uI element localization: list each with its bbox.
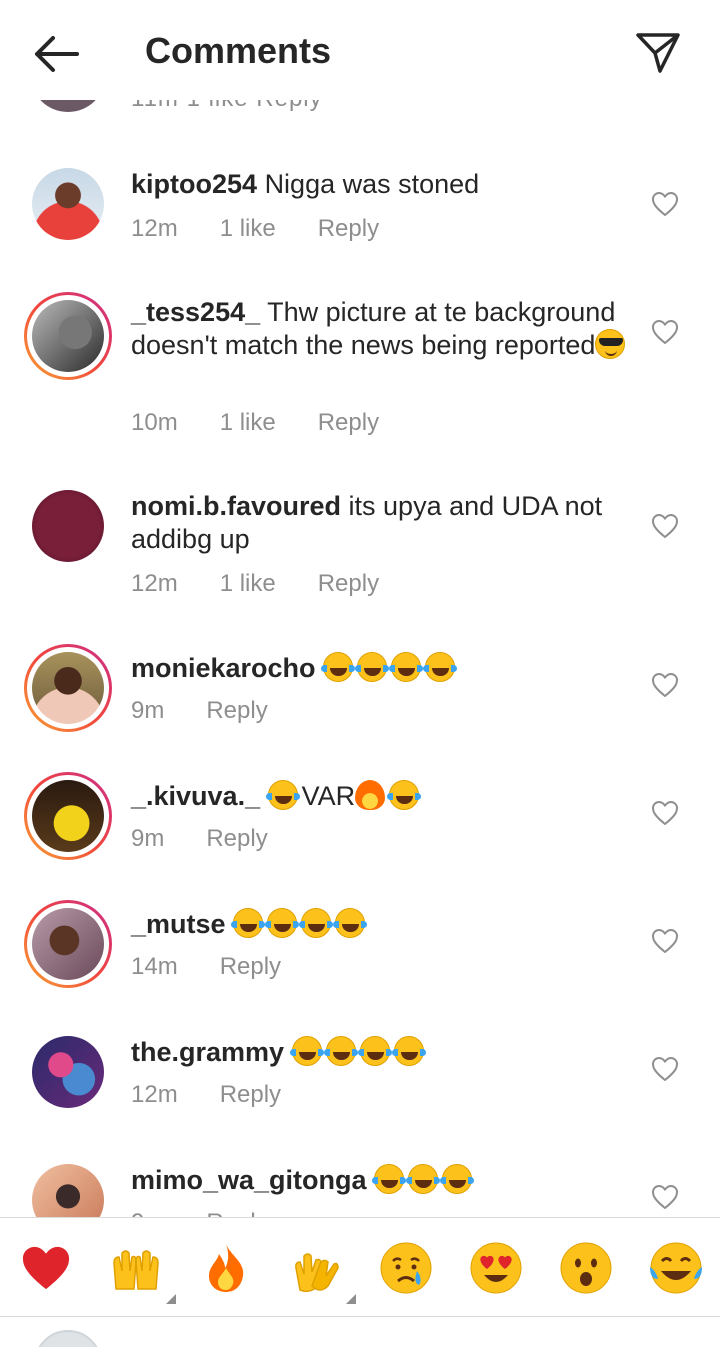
- comment-meta: 12m 1 like Reply: [131, 215, 421, 243]
- tears-of-joy-reaction-icon[interactable]: [648, 1240, 704, 1296]
- like-heart-icon[interactable]: [651, 319, 679, 345]
- laughing-emoji-icon: [357, 1036, 392, 1066]
- laughing-emoji-icon: [323, 1036, 358, 1066]
- comment-username[interactable]: the.grammy: [131, 1037, 284, 1067]
- laughing-emoji-icon: [265, 908, 300, 938]
- comment-time: 9m: [131, 825, 165, 852]
- avatar-story-ring[interactable]: [24, 644, 112, 732]
- comment-likes[interactable]: 1 like: [220, 215, 276, 243]
- comment-username[interactable]: _mutse: [131, 909, 226, 939]
- reply-button[interactable]: Reply: [206, 697, 267, 725]
- comment-meta: 10m 1 like Reply: [131, 409, 421, 437]
- laughing-emoji-icon: [231, 908, 266, 938]
- comment-username[interactable]: _.kivuva._: [131, 781, 260, 811]
- heart-eyes-reaction-icon[interactable]: [468, 1240, 524, 1296]
- surprised-face-reaction-icon[interactable]: [558, 1240, 614, 1296]
- avatar[interactable]: [24, 160, 112, 248]
- back-button[interactable]: [26, 26, 86, 82]
- current-user-avatar: [34, 1330, 102, 1347]
- laughing-emoji-icon: [265, 780, 300, 810]
- comment-username[interactable]: mimo_wa_gitonga: [131, 1165, 367, 1195]
- avatar-story-ring[interactable]: [24, 772, 112, 860]
- comment-meta: 14m Reply: [131, 953, 323, 981]
- comment-text: VAR: [301, 781, 356, 811]
- comment-composer: [0, 1318, 720, 1347]
- comment-username[interactable]: nomi.b.favoured: [131, 491, 341, 521]
- reply-button[interactable]: Reply: [220, 1081, 281, 1109]
- raising-hands-reaction-icon[interactable]: [108, 1240, 176, 1304]
- laughing-emoji-icon: [440, 1164, 475, 1194]
- like-heart-icon[interactable]: [651, 1056, 679, 1082]
- comment-time: 12m: [131, 215, 178, 242]
- paper-plane-icon: [636, 33, 680, 73]
- laughing-emoji-icon: [355, 652, 390, 682]
- red-heart-reaction-icon[interactable]: [18, 1240, 74, 1296]
- comment-time: 10m: [131, 409, 178, 436]
- comment-time: 12m: [131, 1081, 178, 1108]
- comment-likes[interactable]: 1 like: [220, 409, 276, 437]
- top-app-bar: Comments: [0, 0, 720, 100]
- fire-reaction-icon[interactable]: [198, 1240, 254, 1296]
- clapping-hands-reaction-icon[interactable]: [288, 1240, 356, 1304]
- laughing-emoji-icon: [321, 652, 356, 682]
- avatar[interactable]: [24, 482, 112, 570]
- comment-username[interactable]: kiptoo254: [131, 169, 257, 199]
- comment-likes[interactable]: 1 like: [220, 570, 276, 598]
- quick-reaction-bar: [0, 1217, 720, 1317]
- laughing-emoji-icon: [289, 1036, 324, 1066]
- comment-time: 12m: [131, 570, 178, 597]
- share-button[interactable]: [630, 24, 686, 80]
- avatar-story-ring[interactable]: [24, 900, 112, 988]
- laughing-emoji-icon: [299, 908, 334, 938]
- reply-button[interactable]: Reply: [318, 570, 379, 598]
- laughing-emoji-icon: [333, 908, 368, 938]
- laughing-emoji-icon: [423, 652, 458, 682]
- comment-meta: 12m 1 like Reply: [131, 570, 421, 598]
- sunglasses-emoji-icon: [595, 329, 626, 359]
- page-title: Comments: [145, 30, 332, 71]
- comment-meta: 9m Reply: [131, 825, 310, 853]
- like-heart-icon[interactable]: [651, 800, 679, 826]
- comment-username[interactable]: _tess254_: [131, 297, 260, 327]
- laughing-emoji-icon: [391, 1036, 426, 1066]
- comment-time: 14m: [131, 953, 178, 980]
- avatar-story-ring[interactable]: [24, 292, 112, 380]
- comment-text: Nigga was stoned: [264, 169, 480, 199]
- laughing-emoji-icon: [406, 1164, 441, 1194]
- laughing-emoji-icon: [389, 652, 424, 682]
- laughing-emoji-icon: [387, 780, 422, 810]
- like-heart-icon[interactable]: [651, 191, 679, 217]
- fire-emoji-icon: [355, 780, 386, 810]
- back-arrow-icon: [35, 36, 79, 72]
- comment-meta: 9m Reply: [131, 697, 310, 725]
- like-heart-icon[interactable]: [651, 1184, 679, 1210]
- avatar[interactable]: [24, 1028, 112, 1116]
- crying-face-reaction-icon[interactable]: [378, 1240, 434, 1296]
- comment-meta: 12m Reply: [131, 1081, 323, 1109]
- reply-button[interactable]: Reply: [318, 215, 379, 243]
- like-heart-icon[interactable]: [651, 672, 679, 698]
- comment-username[interactable]: moniekarocho: [131, 653, 316, 683]
- reply-button[interactable]: Reply: [318, 409, 379, 437]
- like-heart-icon[interactable]: [651, 513, 679, 539]
- reply-button[interactable]: Reply: [220, 953, 281, 981]
- reply-button[interactable]: Reply: [206, 825, 267, 853]
- laughing-emoji-icon: [372, 1164, 407, 1194]
- comment-time: 9m: [131, 697, 165, 724]
- like-heart-icon[interactable]: [651, 928, 679, 954]
